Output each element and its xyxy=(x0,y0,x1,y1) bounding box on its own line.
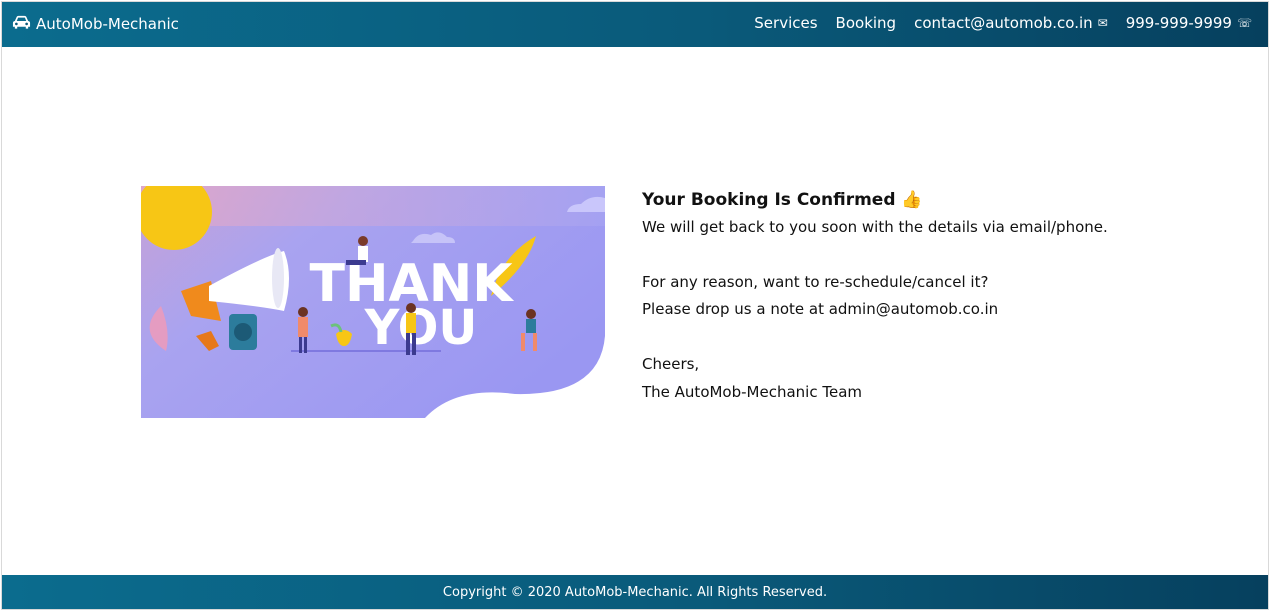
top-navbar: AutoMob-Mechanic Services Booking contac… xyxy=(2,2,1268,47)
message-line-4: Cheers, xyxy=(642,355,700,374)
message-line-1: We will get back to you soon with the de… xyxy=(642,218,1108,236)
message-line-3: Please drop us a note at admin@automob.c… xyxy=(642,300,999,319)
message-line-2: For any reason, want to re-schedule/canc… xyxy=(642,272,989,291)
copyright-text: Copyright © 2020 AutoMob-Mechanic. All R… xyxy=(442,584,828,600)
brand-link[interactable]: AutoMob-Mechanic xyxy=(12,14,179,34)
nav-email-link[interactable]: contact@automob.co.in ✉ xyxy=(914,14,1108,32)
nav-phone-link[interactable]: 999-999-9999 ☏ xyxy=(1126,14,1252,32)
nav-booking-label: Booking xyxy=(835,14,897,32)
message-line-5: The AutoMob-Mechanic Team xyxy=(642,382,862,401)
nav-booking-link[interactable]: Booking xyxy=(836,14,897,32)
brand-name: AutoMob-Mechanic xyxy=(36,15,179,33)
nav-links: Services Booking contact@automob.co.in ✉ … xyxy=(754,14,1252,32)
you-text: YOU xyxy=(364,300,478,356)
nav-phone-label: 999-999-9999 xyxy=(1125,14,1232,32)
confirmation-message: Your Booking Is Confirmed 👍 We will get … xyxy=(642,188,1202,407)
nav-email-label: contact@automob.co.in xyxy=(914,14,1093,32)
envelope-icon: ✉ xyxy=(1097,16,1108,30)
car-icon xyxy=(12,14,31,34)
confirmation-title-text: Your Booking Is Confirmed xyxy=(642,190,896,210)
phone-icon: ☏ xyxy=(1236,16,1252,30)
thank-you-illustration: THANK YOU xyxy=(141,186,605,418)
nav-services-label: Services xyxy=(754,14,818,32)
nav-services-link[interactable]: Services xyxy=(754,14,817,32)
thumbs-up-icon: 👍 xyxy=(901,190,923,210)
page-footer: Copyright © 2020 AutoMob-Mechanic. All R… xyxy=(2,575,1268,609)
confirmation-title: Your Booking Is Confirmed 👍 xyxy=(642,188,1202,212)
